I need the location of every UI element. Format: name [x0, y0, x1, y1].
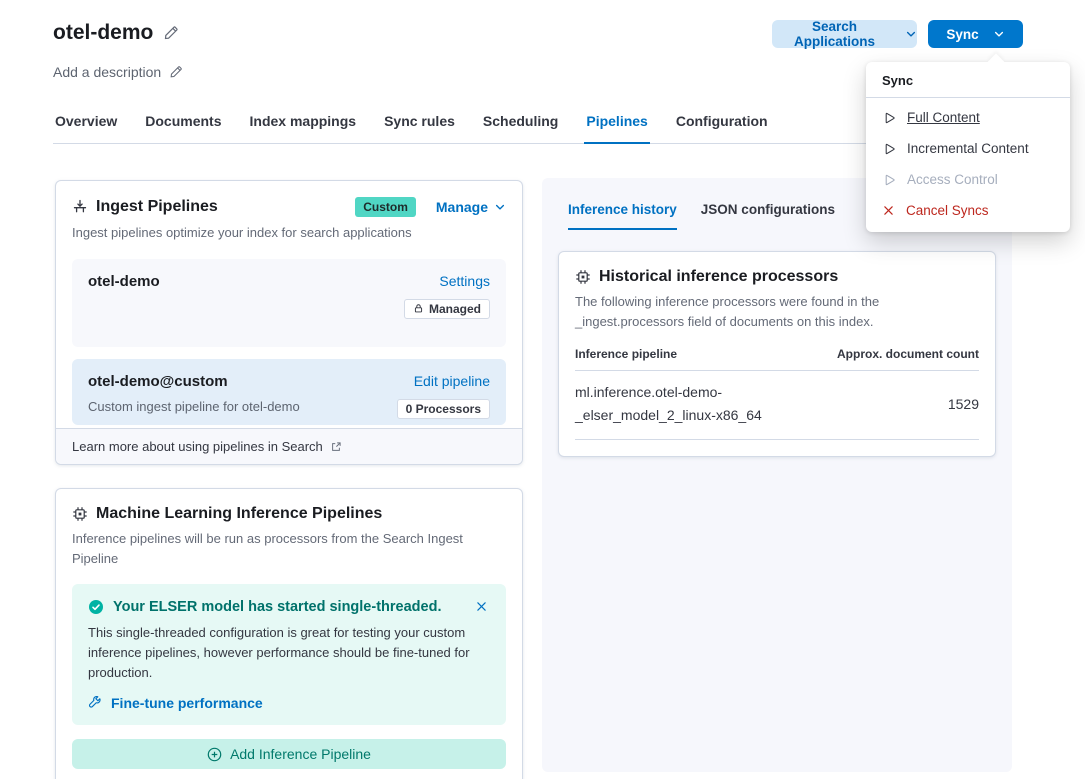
tab-json-configurations[interactable]: JSON configurations [701, 202, 835, 230]
edit-description-pencil-icon [169, 65, 183, 79]
tab-documents[interactable]: Documents [143, 109, 223, 144]
sync-button[interactable]: Sync [928, 20, 1023, 48]
close-icon[interactable] [473, 598, 490, 615]
menu-item-access-control: Access Control [866, 164, 1070, 195]
ml-card-description: Inference pipelines will be run as proce… [72, 529, 506, 568]
add-inference-pipeline-label: Add Inference Pipeline [230, 746, 371, 762]
pipeline-description: Custom ingest pipeline for otel-demo [88, 399, 300, 414]
check-circle-icon [88, 599, 104, 615]
pipelines-learn-more-link[interactable]: Learn more about using pipelines in Sear… [56, 428, 522, 464]
play-icon [882, 111, 896, 125]
plus-circle-icon [207, 747, 222, 762]
cell-pipeline-name: ml.inference.otel-demo-_elser_model_2_li… [575, 381, 815, 427]
cpu-icon [72, 506, 88, 522]
ingest-pipelines-card: Ingest Pipelines Custom Manage Ingest pi… [55, 180, 523, 465]
edit-pipeline-link[interactable]: Edit pipeline [414, 373, 490, 389]
callout-title: Your ELSER model has started single-thre… [113, 599, 464, 615]
tab-sync-rules[interactable]: Sync rules [382, 109, 457, 144]
menu-item-label: Incremental Content [907, 141, 1029, 156]
sync-popover: Sync Full Content Incremental Content Ac… [866, 62, 1070, 232]
fine-tune-performance-link[interactable]: Fine-tune performance [88, 695, 490, 711]
external-link-icon [330, 441, 342, 453]
learn-more-label: Learn more about using pipelines in Sear… [72, 439, 323, 454]
chevron-down-icon [494, 201, 506, 213]
tab-scheduling[interactable]: Scheduling [481, 109, 560, 144]
pipeline-name: otel-demo@custom [88, 373, 228, 390]
historical-card-description: The following inference processors were … [575, 292, 979, 331]
sync-popover-title: Sync [866, 62, 1070, 98]
manage-label: Manage [436, 199, 488, 215]
tab-inference-history[interactable]: Inference history [568, 202, 677, 230]
search-applications-button[interactable]: Search Applications [772, 20, 917, 48]
chevron-down-icon[interactable] [993, 28, 1005, 40]
pipeline-name: otel-demo [88, 273, 160, 333]
menu-item-cancel-syncs[interactable]: Cancel Syncs [866, 195, 1070, 226]
menu-item-full-content[interactable]: Full Content [866, 102, 1070, 133]
inference-processors-table: Inference pipeline Approx. document coun… [575, 347, 979, 440]
ml-inference-pipelines-card: Machine Learning Inference Pipelines Inf… [55, 488, 523, 779]
column-header-inference-pipeline: Inference pipeline [575, 347, 677, 361]
lock-icon [413, 303, 424, 314]
pipeline-icon [72, 199, 88, 215]
cross-icon [882, 204, 895, 217]
column-header-doc-count: Approx. document count [837, 347, 979, 361]
play-icon [882, 142, 896, 156]
tab-configuration[interactable]: Configuration [674, 109, 770, 144]
callout-body: This single-threaded configuration is gr… [88, 623, 490, 683]
add-inference-pipeline-button[interactable]: Add Inference Pipeline [72, 739, 506, 769]
table-row: ml.inference.otel-demo-_elser_model_2_li… [575, 371, 979, 440]
inference-panel: Inference history JSON configurations Hi… [542, 178, 1012, 772]
tab-index-mappings[interactable]: Index mappings [248, 109, 359, 144]
menu-item-incremental-content[interactable]: Incremental Content [866, 133, 1070, 164]
edit-title-pencil-icon[interactable] [163, 25, 179, 41]
chevron-down-icon [905, 28, 917, 40]
add-description[interactable]: Add a description [53, 64, 183, 80]
sync-button-label: Sync [946, 27, 978, 42]
ingest-pipelines-title: Ingest Pipelines [96, 198, 218, 216]
historical-card-title: Historical inference processors [599, 268, 838, 286]
tab-overview[interactable]: Overview [53, 109, 119, 144]
elser-success-callout: Your ELSER model has started single-thre… [72, 584, 506, 725]
manage-dropdown[interactable]: Manage [436, 199, 506, 215]
cpu-icon [575, 269, 591, 285]
cell-doc-count: 1529 [948, 396, 979, 412]
managed-badge-label: Managed [429, 302, 481, 316]
ml-card-title: Machine Learning Inference Pipelines [96, 505, 382, 523]
pipelines-page: otel-demo Add a description Search Appli… [0, 0, 1085, 779]
custom-badge: Custom [355, 197, 416, 217]
tab-pipelines[interactable]: Pipelines [584, 109, 649, 144]
fine-tune-performance-label: Fine-tune performance [111, 695, 263, 711]
processors-count-badge: 0 Processors [397, 399, 490, 419]
pipeline-row-otel-demo: otel-demo Settings Managed [72, 259, 506, 347]
wrench-icon [88, 696, 102, 710]
ingest-pipelines-description: Ingest pipelines optimize your index for… [72, 223, 506, 243]
historical-inference-processors-card: Historical inference processors The foll… [558, 251, 996, 457]
menu-item-label: Cancel Syncs [906, 203, 989, 218]
menu-item-label: Access Control [907, 172, 998, 187]
managed-badge: Managed [404, 299, 490, 319]
play-icon [882, 173, 896, 187]
search-applications-label: Search Applications [772, 19, 897, 49]
pipeline-row-otel-demo-custom: otel-demo@custom Custom ingest pipeline … [72, 359, 506, 425]
page-title: otel-demo [53, 21, 179, 45]
index-name: otel-demo [53, 21, 153, 45]
menu-item-label: Full Content [907, 110, 980, 125]
add-description-label: Add a description [53, 64, 161, 80]
settings-link[interactable]: Settings [439, 273, 490, 289]
